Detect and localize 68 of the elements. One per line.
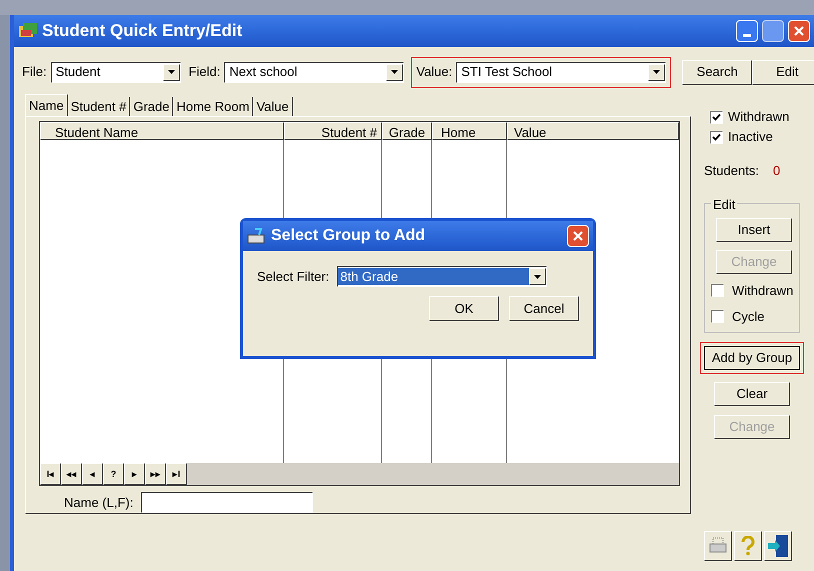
dropdown-field[interactable]: Student <box>50 62 181 82</box>
dropdown-button[interactable] <box>386 64 404 80</box>
tab[interactable]: Name <box>25 94 68 116</box>
checkbox-label: Inactive <box>728 128 773 146</box>
field-label: Field: <box>188 63 220 82</box>
button[interactable]: OK <box>429 296 499 321</box>
filter-dropdown[interactable]: 8th Grade <box>337 266 548 287</box>
button[interactable]: Edit <box>752 60 814 84</box>
checkbox[interactable] <box>710 130 723 144</box>
navigator-button[interactable]: ▸▸ <box>145 463 166 485</box>
checkbox[interactable] <box>711 310 724 323</box>
window-title: Student Quick Entry/Edit <box>42 20 244 42</box>
help-button[interactable] <box>734 531 762 561</box>
caret-icon <box>653 70 660 74</box>
field-label: Value: <box>416 63 452 82</box>
filter-label: Select Filter: <box>257 268 330 286</box>
maximize-button[interactable] <box>762 20 784 42</box>
printer-icon <box>708 537 728 555</box>
checkbox-label: Withdrawn <box>728 108 790 126</box>
checkbox-label: Cycle <box>732 308 765 326</box>
exit-button[interactable] <box>764 531 792 561</box>
caret-icon <box>534 274 542 278</box>
button[interactable]: Search <box>682 60 752 84</box>
field-label: File: <box>22 63 47 82</box>
button[interactable]: Add by Group <box>704 346 800 370</box>
button[interactable]: Cancel <box>509 296 579 321</box>
checkbox[interactable] <box>710 110 723 124</box>
students-label: Students: <box>704 162 759 180</box>
button[interactable]: Clear <box>714 382 790 406</box>
navigator-button[interactable]: ? <box>103 463 124 485</box>
column-header[interactable]: Student # <box>284 122 382 140</box>
navigator-button[interactable]: ▸I <box>166 463 187 485</box>
navigator-button[interactable]: ◂ <box>82 463 103 485</box>
column-header[interactable]: Grade <box>382 122 432 140</box>
print-button[interactable] <box>704 531 732 561</box>
app-icon <box>247 227 267 245</box>
minimize-button[interactable] <box>736 20 758 42</box>
button[interactable]: Insert <box>716 218 792 242</box>
app-icon <box>18 22 38 40</box>
close-button[interactable] <box>567 225 589 247</box>
name-label: Name (L,F): <box>64 494 134 512</box>
dropdown-button[interactable] <box>162 64 180 80</box>
dropdown-field[interactable]: STI Test School <box>456 62 666 82</box>
tab[interactable]: Student # <box>68 97 130 116</box>
checkbox-label: Withdrawn <box>732 282 794 300</box>
tab[interactable]: Home Room <box>173 97 254 116</box>
caret-icon <box>391 70 398 74</box>
dropdown-button[interactable] <box>529 268 546 285</box>
tab[interactable]: Value <box>253 97 293 116</box>
checkbox[interactable] <box>711 284 724 297</box>
navigator-button[interactable]: ▸ <box>124 463 145 485</box>
tab[interactable]: Grade <box>130 97 174 116</box>
close-icon <box>793 25 805 37</box>
question-mark-icon <box>741 536 755 556</box>
close-icon <box>572 230 584 242</box>
name-input[interactable] <box>141 492 314 513</box>
navigator-button[interactable]: I◂ <box>40 463 61 485</box>
close-button[interactable] <box>788 20 810 42</box>
door-icon <box>767 534 789 558</box>
dropdown-button[interactable] <box>648 64 666 80</box>
column-header[interactable]: Home <box>432 122 507 140</box>
column-header[interactable]: Student Name <box>40 122 284 140</box>
navigator-button[interactable]: ◂◂ <box>61 463 82 485</box>
column-header[interactable]: Value <box>507 122 679 140</box>
students-count: 0 <box>772 162 780 180</box>
dialog-title: Select Group to Add <box>271 226 426 246</box>
caret-icon <box>168 70 175 74</box>
dropdown-field[interactable]: Next school <box>224 62 404 82</box>
